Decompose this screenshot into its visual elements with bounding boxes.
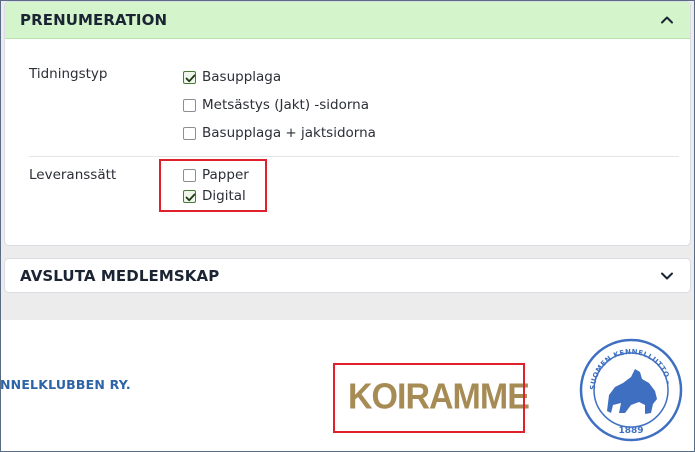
option-label: Basupplaga <box>202 69 282 85</box>
option-digital[interactable]: Digital <box>183 188 246 204</box>
checkbox-basupplaga[interactable] <box>183 70 196 84</box>
option-label: Digital <box>202 188 246 204</box>
checkbox-metsastys[interactable] <box>183 98 196 112</box>
seal-year: 1889 <box>618 426 643 436</box>
option-metsastys[interactable]: Metsästys (Jakt) -sidorna <box>183 97 369 113</box>
subscription-title: PRENUMERATION <box>20 11 168 29</box>
chevron-up-icon[interactable] <box>659 12 675 28</box>
section-divider <box>29 156 679 157</box>
checkbox-digital[interactable] <box>183 189 196 203</box>
option-basupplaga[interactable]: Basupplaga <box>183 69 281 85</box>
subscription-accordion: PRENUMERATION Tidningstyp Basupplaga Met… <box>4 1 691 246</box>
end-membership-title: AVSLUTA MEDLEMSKAP <box>20 266 220 285</box>
koiramme-logo[interactable]: KOIRAMME <box>348 379 530 415</box>
club-name-link[interactable]: NNELKLUBBEN RY. <box>0 377 131 392</box>
end-membership-accordion: AVSLUTA MEDLEMSKAP <box>4 258 691 293</box>
checkbox-papper[interactable] <box>183 168 196 182</box>
option-label: Basupplaga + jaktsidorna <box>202 125 376 141</box>
delivery-method-label: Leveranssätt <box>29 167 117 183</box>
option-papper[interactable]: Papper <box>183 167 249 183</box>
check-icon <box>185 74 196 82</box>
end-membership-accordion-header[interactable]: AVSLUTA MEDLEMSKAP <box>5 259 690 292</box>
chevron-down-icon[interactable] <box>659 268 675 284</box>
check-icon <box>185 193 196 201</box>
kennel-club-seal-icon[interactable]: SUOMEN KENNELLIITTO – FINSKA KENNELKLUBB… <box>579 333 683 447</box>
subscription-accordion-header[interactable]: PRENUMERATION <box>5 2 690 39</box>
option-basupplaga-jakt[interactable]: Basupplaga + jaktsidorna <box>183 125 376 141</box>
option-label: Papper <box>202 167 249 183</box>
option-label: Metsästys (Jakt) -sidorna <box>202 97 370 113</box>
checkbox-basupplaga-jakt[interactable] <box>183 126 196 140</box>
footer-spacer <box>1 294 694 320</box>
newspaper-type-label: Tidningstyp <box>29 66 108 82</box>
